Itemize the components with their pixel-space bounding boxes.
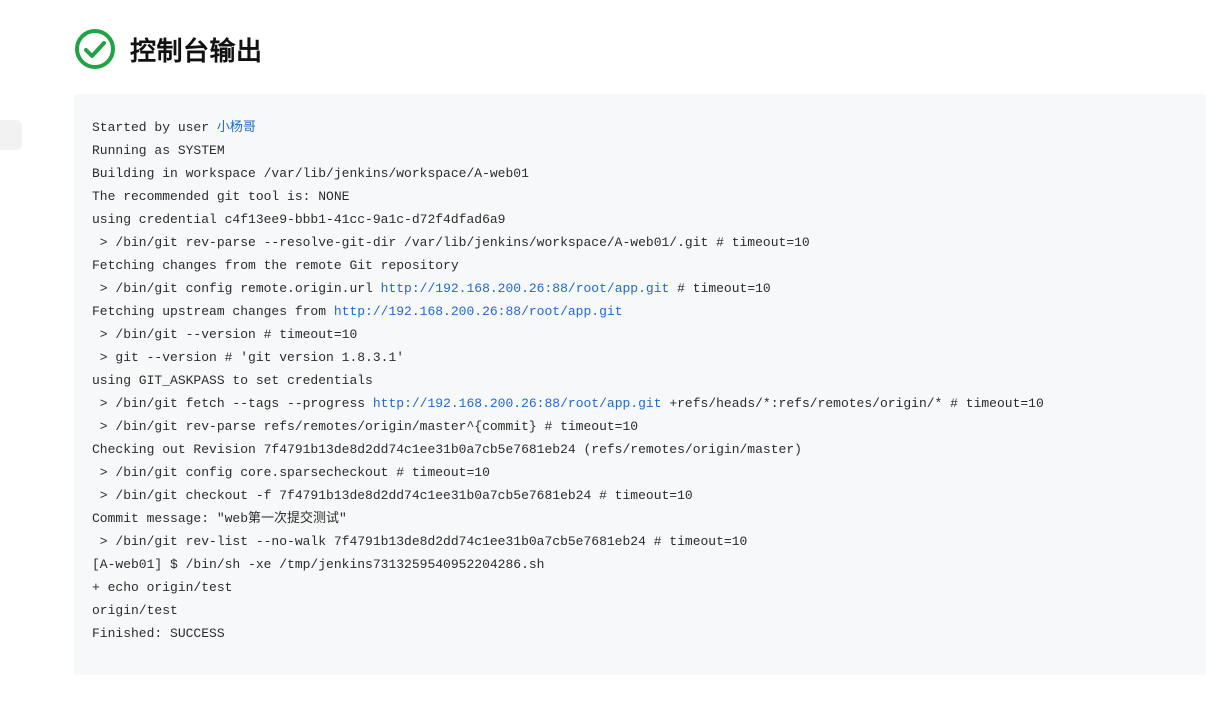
page-content: 控制台输出 Started by user 小杨哥 Running as SYST…: [0, 0, 1206, 675]
console-line: > git --version # 'git version 1.8.3.1': [92, 346, 1188, 369]
console-link[interactable]: http://192.168.200.26:88/root/app.git: [334, 304, 623, 319]
console-text: > /bin/git config remote.origin.url: [92, 281, 381, 296]
page-header: 控制台输出: [74, 28, 1206, 70]
console-line: using credential c4f13ee9-bbb1-41cc-9a1c…: [92, 208, 1188, 231]
console-text: Building in workspace /var/lib/jenkins/w…: [92, 166, 529, 181]
console-text: using credential c4f13ee9-bbb1-41cc-9a1c…: [92, 212, 505, 227]
console-line: Finished: SUCCESS: [92, 622, 1188, 645]
page-title: 控制台输出: [130, 31, 263, 68]
console-line: Started by user 小杨哥: [92, 116, 1188, 139]
console-line: > /bin/git fetch --tags --progress http:…: [92, 392, 1188, 415]
console-line: > /bin/git rev-parse --resolve-git-dir /…: [92, 231, 1188, 254]
console-text: Finished: SUCCESS: [92, 626, 225, 641]
console-line: [A-web01] $ /bin/sh -xe /tmp/jenkins7313…: [92, 553, 1188, 576]
console-line: > /bin/git config remote.origin.url http…: [92, 277, 1188, 300]
console-text: > /bin/git rev-parse refs/remotes/origin…: [92, 419, 638, 434]
console-line: > /bin/git rev-parse refs/remotes/origin…: [92, 415, 1188, 438]
console-text: > /bin/git rev-parse --resolve-git-dir /…: [92, 235, 810, 250]
console-text: > /bin/git config core.sparsecheckout # …: [92, 465, 490, 480]
console-line: Running as SYSTEM: [92, 139, 1188, 162]
console-text: > git --version # 'git version 1.8.3.1': [92, 350, 404, 365]
console-line: Fetching upstream changes from http://19…: [92, 300, 1188, 323]
console-text: # timeout=10: [669, 281, 770, 296]
console-link[interactable]: http://192.168.200.26:88/root/app.git: [373, 396, 662, 411]
console-text: [A-web01] $ /bin/sh -xe /tmp/jenkins7313…: [92, 557, 544, 572]
console-text: Checking out Revision 7f4791b13de8d2dd74…: [92, 442, 802, 457]
console-link[interactable]: http://192.168.200.26:88/root/app.git: [381, 281, 670, 296]
console-text: Commit message: "web第一次提交测试": [92, 511, 347, 526]
console-line: Fetching changes from the remote Git rep…: [92, 254, 1188, 277]
console-link[interactable]: 小杨哥: [217, 120, 256, 135]
console-text: using GIT_ASKPASS to set credentials: [92, 373, 381, 388]
console-text: Fetching changes from the remote Git rep…: [92, 258, 459, 273]
console-text: + echo origin/test: [92, 580, 232, 595]
console-line: + echo origin/test: [92, 576, 1188, 599]
console-text: origin/test: [92, 603, 178, 618]
console-line: > /bin/git checkout -f 7f4791b13de8d2dd7…: [92, 484, 1188, 507]
console-line: Commit message: "web第一次提交测试": [92, 507, 1188, 530]
console-line: The recommended git tool is: NONE: [92, 185, 1188, 208]
success-icon: [74, 28, 116, 70]
console-output: Started by user 小杨哥 Running as SYSTEM Buil…: [74, 94, 1206, 675]
console-line: > /bin/git --version # timeout=10: [92, 323, 1188, 346]
console-line: Building in workspace /var/lib/jenkins/w…: [92, 162, 1188, 185]
console-line: > /bin/git config core.sparsecheckout # …: [92, 461, 1188, 484]
console-line: > /bin/git rev-list --no-walk 7f4791b13d…: [92, 530, 1188, 553]
console-text: Fetching upstream changes from: [92, 304, 334, 319]
side-panel-stub: [0, 120, 22, 150]
console-text: > /bin/git --version # timeout=10: [92, 327, 357, 342]
console-line: origin/test: [92, 599, 1188, 622]
console-text: > /bin/git fetch --tags --progress: [92, 396, 373, 411]
console-line: using GIT_ASKPASS to set credentials: [92, 369, 1188, 392]
console-text: Started by user: [92, 120, 217, 135]
console-text: The recommended git tool is: NONE: [92, 189, 349, 204]
console-text: Running as SYSTEM: [92, 143, 225, 158]
console-text: +refs/heads/*:refs/remotes/origin/* # ti…: [662, 396, 1044, 411]
console-line: Checking out Revision 7f4791b13de8d2dd74…: [92, 438, 1188, 461]
console-text: > /bin/git checkout -f 7f4791b13de8d2dd7…: [92, 488, 693, 503]
console-text: > /bin/git rev-list --no-walk 7f4791b13d…: [92, 534, 747, 549]
